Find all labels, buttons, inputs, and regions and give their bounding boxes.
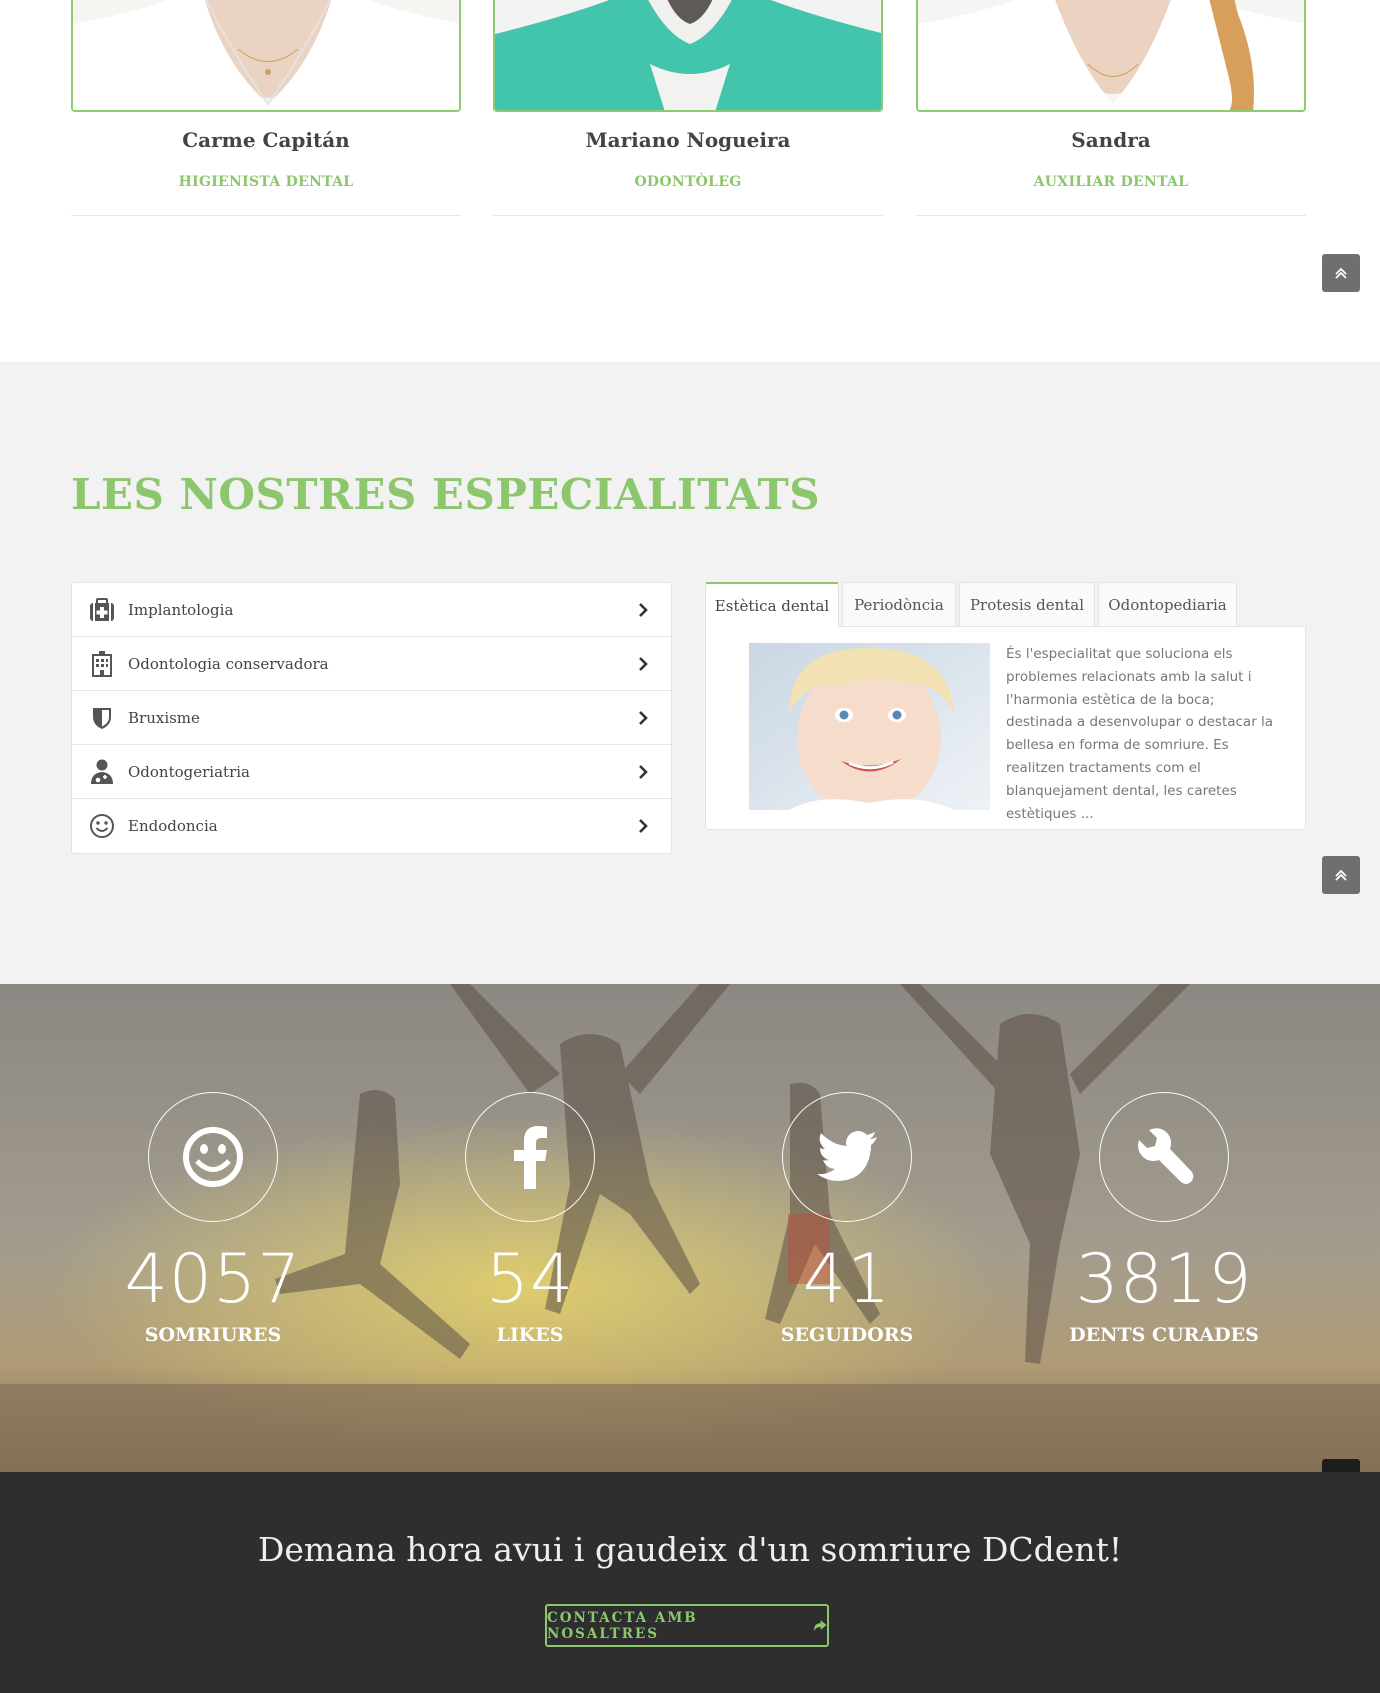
double-chevron-up-icon bbox=[1335, 869, 1347, 881]
specialty-label: Bruxisme bbox=[128, 708, 200, 727]
counter-followers: 41 SEGUIDORS bbox=[697, 1092, 997, 1346]
tab-description: És l'especialitat que soluciona els prob… bbox=[1006, 646, 1274, 822]
counters-section: 4057 SOMRIURES 54 LIKES 41 SEGUIDORS 381… bbox=[0, 984, 1380, 1472]
counter-value: 41 bbox=[802, 1240, 892, 1319]
specialty-item-endodoncia[interactable]: Endodoncia bbox=[72, 799, 671, 853]
facebook-icon bbox=[514, 1126, 547, 1189]
specialty-item-odontologia-conservadora[interactable]: Odontologia conservadora bbox=[72, 637, 671, 691]
tab-protesis-dental[interactable]: Protesis dental bbox=[959, 582, 1095, 626]
shield-icon bbox=[88, 704, 116, 732]
team-member-photo bbox=[916, 0, 1306, 112]
double-chevron-up-icon bbox=[1334, 1471, 1348, 1472]
scroll-to-top-button[interactable] bbox=[1322, 856, 1360, 894]
wrench-icon bbox=[1138, 1128, 1194, 1184]
team-member-name: Mariano Nogueira bbox=[585, 128, 791, 152]
specialty-label: Implantologia bbox=[128, 600, 234, 619]
counter-icon-circle bbox=[1099, 1092, 1229, 1222]
team-member-role: ODONTÒLEG bbox=[634, 174, 742, 190]
counter-label: SEGUIDORS bbox=[780, 1324, 914, 1346]
counter-value: 54 bbox=[485, 1240, 575, 1319]
specialty-item-implantologia[interactable]: Implantologia bbox=[72, 583, 671, 637]
team-member-photo bbox=[71, 0, 461, 112]
specialty-label: Odontogeriatria bbox=[128, 762, 250, 781]
counter-label: SOMRIURES bbox=[144, 1324, 282, 1346]
counter-value: 3819 bbox=[1075, 1240, 1253, 1319]
chevron-right-icon bbox=[639, 711, 648, 725]
counter-teeth-cured: 3819 DENTS CURADES bbox=[1014, 1092, 1314, 1346]
specialty-label: Odontologia conservadora bbox=[128, 654, 329, 673]
chevron-right-icon bbox=[639, 603, 648, 617]
smile-icon bbox=[88, 812, 116, 840]
cta-section: Demana hora avui i gaudeix d'un somriure… bbox=[0, 1472, 1380, 1693]
smile-icon bbox=[183, 1127, 243, 1187]
specialty-item-bruxisme[interactable]: Bruxisme bbox=[72, 691, 671, 745]
specialties-section: LES NOSTRES ESPECIALITATS Implantologia … bbox=[0, 362, 1380, 984]
counter-smiles: 4057 SOMRIURES bbox=[63, 1092, 363, 1346]
user-doctor-icon bbox=[88, 758, 116, 786]
specialties-list: Implantologia Odontologia conservadora B… bbox=[71, 582, 672, 854]
tab-estetica-dental[interactable]: Estètica dental bbox=[705, 582, 839, 627]
medkit-icon bbox=[88, 596, 116, 624]
hospital-icon bbox=[88, 650, 116, 678]
counter-label: DENTS CURADES bbox=[1069, 1324, 1259, 1346]
counter-icon-circle bbox=[148, 1092, 278, 1222]
team-member-role: AUXILIAR DENTAL bbox=[1033, 174, 1189, 190]
counter-likes: 54 LIKES bbox=[380, 1092, 680, 1346]
tab-panel: És l'especialitat que soluciona els prob… bbox=[705, 626, 1306, 830]
team-member-photo bbox=[493, 0, 883, 112]
chevron-right-icon bbox=[639, 765, 648, 779]
child-photo bbox=[749, 643, 990, 810]
tab-periodoncia[interactable]: Periodòncia bbox=[842, 582, 956, 626]
cta-heading: Demana hora avui i gaudeix d'un somriure… bbox=[257, 1530, 1123, 1569]
specialty-label: Endodoncia bbox=[128, 817, 218, 835]
chevron-right-icon bbox=[639, 819, 648, 833]
scroll-to-top-button[interactable] bbox=[1322, 254, 1360, 292]
team-member-name: Carme Capitán bbox=[182, 128, 350, 152]
team-member-name: Sandra bbox=[1071, 128, 1151, 152]
team-section: Carme Capitán HIGIENISTA DENTAL Mariano … bbox=[0, 0, 1380, 362]
tab-odontopediaria[interactable]: Odontopediaria bbox=[1098, 582, 1237, 626]
share-arrow-icon bbox=[814, 1619, 827, 1631]
counter-value: 4057 bbox=[124, 1240, 302, 1319]
contact-us-button[interactable]: CONTACTA AMB NOSALTRES bbox=[545, 1604, 829, 1647]
section-title: LES NOSTRES ESPECIALITATS bbox=[71, 470, 821, 519]
counter-icon-circle bbox=[465, 1092, 595, 1222]
chevron-right-icon bbox=[639, 657, 648, 671]
contact-us-button-label: CONTACTA AMB NOSALTRES bbox=[547, 1609, 698, 1642]
team-member-role: HIGIENISTA DENTAL bbox=[178, 174, 354, 190]
counter-icon-circle bbox=[782, 1092, 912, 1222]
team-member-card: Carme Capitán HIGIENISTA DENTAL bbox=[71, 0, 461, 216]
twitter-icon bbox=[817, 1131, 877, 1181]
counter-label: LIKES bbox=[496, 1324, 564, 1346]
specialty-item-odontogeriatria[interactable]: Odontogeriatria bbox=[72, 745, 671, 799]
team-member-card: Mariano Nogueira ODONTÒLEG bbox=[493, 0, 883, 216]
team-member-card: Sandra AUXILIAR DENTAL bbox=[916, 0, 1306, 216]
tab-bar: Estètica dental Periodòncia Protesis den… bbox=[705, 582, 1306, 627]
specialty-tabs: Estètica dental Periodòncia Protesis den… bbox=[705, 582, 1306, 830]
double-chevron-up-icon bbox=[1335, 267, 1347, 279]
scroll-to-top-button[interactable] bbox=[1322, 1459, 1360, 1472]
